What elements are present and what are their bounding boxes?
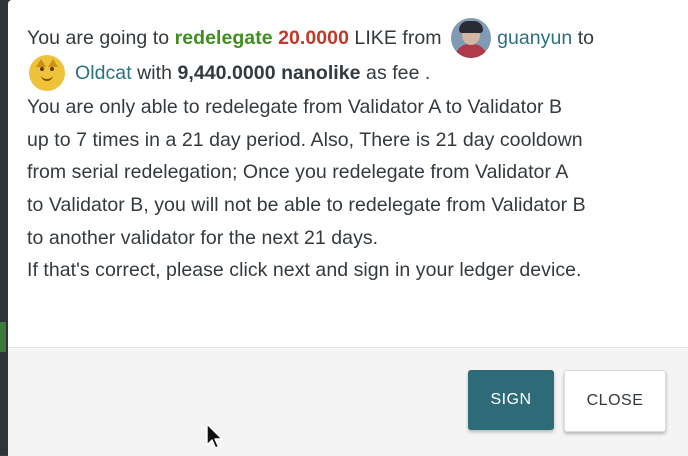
- guanyun-avatar[interactable]: [451, 18, 492, 59]
- to-validator-link[interactable]: Oldcat: [75, 57, 132, 90]
- dialog-actions: SIGN CLOSE: [8, 347, 688, 456]
- background-strip: [0, 322, 6, 352]
- sign-button[interactable]: SIGN: [468, 370, 554, 430]
- redelegate-dialog: You are going to redelegate 20.0000 LIKE…: [8, 0, 688, 456]
- message-line-2: Oldcat with 9,440.0000 nanolike as fee .: [27, 54, 677, 91]
- fee-amount: 9,440.0000 nanolike: [177, 61, 361, 84]
- to-text: to: [572, 27, 595, 49]
- redelegate-amount: 20.0000: [272, 27, 349, 49]
- paragraph-line: You are only able to redelegate from Val…: [27, 96, 563, 119]
- close-button[interactable]: CLOSE: [564, 370, 666, 432]
- paragraph-line: to another validator for the next 21 day…: [27, 226, 379, 249]
- dialog-message: You are going to redelegate 20.0000 LIKE…: [27, 18, 677, 287]
- from-validator-link[interactable]: guanyun: [497, 22, 572, 55]
- fee-suffix: as fee .: [360, 61, 431, 84]
- paragraph-line: up to 7 times in a 21 day period. Also, …: [27, 128, 583, 151]
- message-line-1: You are going to redelegate 20.0000 LIKE…: [27, 18, 677, 59]
- paragraph-line: from serial redelegation; Once you redel…: [27, 161, 569, 184]
- action-keyword: redelegate: [174, 27, 273, 49]
- amount-unit: LIKE from: [348, 27, 448, 49]
- message-prefix: You are going to: [27, 27, 175, 49]
- paragraph-line: If that's correct, please click next and…: [27, 259, 582, 282]
- mouse-cursor-icon: [206, 423, 223, 449]
- paragraph-line: to Validator B, you will not be able to …: [27, 193, 586, 216]
- oldcat-avatar[interactable]: [29, 54, 65, 91]
- with-text: with: [131, 61, 178, 84]
